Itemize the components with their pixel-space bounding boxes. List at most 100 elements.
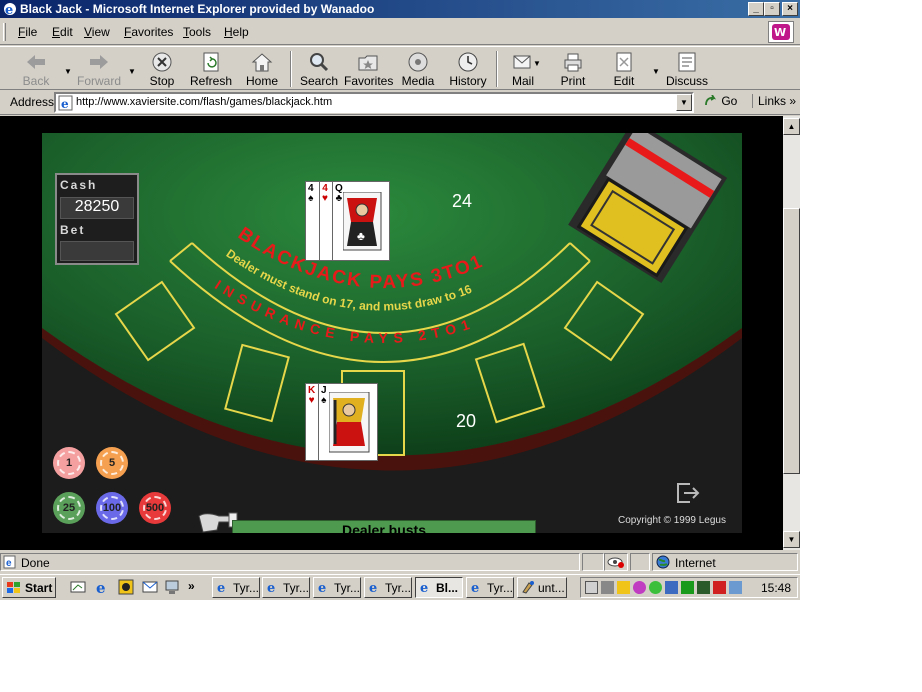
standard-toolbar: Back ▼ Forward ▼ Stop Refresh Home Searc…: [0, 46, 800, 90]
menu-edit[interactable]: Edit: [52, 25, 73, 39]
address-label: Address: [10, 95, 55, 109]
forward-dropdown-icon[interactable]: ▼: [128, 67, 136, 76]
back-button[interactable]: Back: [14, 49, 58, 89]
home-button[interactable]: Home: [242, 49, 282, 89]
svg-text:W: W: [774, 26, 786, 39]
svg-text:e: e: [5, 3, 13, 17]
edit-dropdown-icon[interactable]: ▼: [652, 67, 660, 76]
discuss-button[interactable]: Discuss: [666, 49, 708, 89]
ie-task-icon: e: [369, 581, 377, 594]
menu-help[interactable]: Help: [224, 25, 249, 39]
print-button[interactable]: Print: [556, 49, 590, 89]
back-dropdown-icon[interactable]: ▼: [64, 67, 72, 76]
mail-dropdown-icon[interactable]: ▼: [533, 59, 541, 68]
links-button[interactable]: Links »: [752, 94, 796, 108]
privacy-panel: [604, 553, 628, 571]
menu-view[interactable]: View: [84, 25, 110, 39]
tray-app-icon[interactable]: [681, 581, 694, 594]
ie-task-icon: e: [471, 581, 479, 594]
mail-button[interactable]: Mail: [506, 49, 540, 89]
forward-button[interactable]: Forward: [76, 49, 122, 89]
media-button[interactable]: Media: [398, 49, 438, 89]
toolbar-separator: [496, 51, 498, 87]
media-icon: [408, 52, 428, 72]
show-desktop-icon[interactable]: [70, 579, 86, 595]
maximize-button[interactable]: ▫: [764, 2, 780, 16]
go-arrow-icon: [705, 94, 717, 106]
tray-volume-icon[interactable]: [601, 581, 614, 594]
status-empty-panel: [582, 553, 604, 571]
quicklaunch-more-icon[interactable]: »: [188, 579, 195, 593]
scroll-up-icon[interactable]: ▲: [783, 118, 800, 135]
tray-antivirus-icon[interactable]: [713, 581, 726, 594]
vertical-scrollbar[interactable]: ▲ ▼: [783, 116, 800, 550]
ie-task-icon: e: [420, 581, 428, 594]
svg-text:e: e: [217, 581, 225, 594]
windows-flag-icon: [7, 582, 20, 593]
tray-app-icon[interactable]: [649, 581, 662, 594]
history-icon: [458, 52, 478, 72]
chip-500[interactable]: 500: [139, 492, 171, 524]
menu-tools[interactable]: Tools: [183, 25, 211, 39]
stop-button[interactable]: Stop: [144, 49, 180, 89]
search-button[interactable]: Search: [298, 49, 340, 89]
ie-quicklaunch-icon[interactable]: e: [94, 579, 110, 595]
card-corner: J ♠: [321, 385, 327, 406]
system-tray: 15:48: [580, 577, 798, 598]
chip-1[interactable]: 1: [53, 447, 85, 479]
chip-100[interactable]: 100: [96, 492, 128, 524]
menu-file[interactable]: File: [18, 25, 37, 39]
page-content: BLACKJACK PAYS 3TO1 Dealer must stand on…: [0, 116, 783, 550]
scroll-down-icon[interactable]: ▼: [783, 531, 800, 548]
refresh-button[interactable]: Refresh: [188, 49, 234, 89]
tray-app-icon[interactable]: [665, 581, 678, 594]
history-button[interactable]: History: [448, 49, 488, 89]
svg-text:e: e: [6, 558, 12, 569]
status-text-panel: e Done: [0, 553, 580, 571]
task-button-paint[interactable]: unt...: [517, 577, 567, 598]
task-button-blackjack[interactable]: e Bl...: [415, 577, 463, 598]
card-corner: Q ♣: [335, 183, 343, 204]
edit-button[interactable]: Edit: [608, 49, 640, 89]
tray-monitor-icon[interactable]: [617, 581, 630, 594]
card-corner: K ♥: [308, 385, 316, 406]
address-dropdown-icon[interactable]: ▼: [676, 94, 692, 111]
start-button[interactable]: Start: [2, 577, 56, 598]
search-icon: [310, 53, 329, 72]
close-button[interactable]: ×: [782, 2, 798, 16]
minimize-button[interactable]: _: [748, 2, 764, 16]
network-icon[interactable]: [164, 579, 180, 595]
player-card-2: J ♠: [318, 383, 378, 461]
task-button-6[interactable]: e Tyr...: [466, 577, 514, 598]
game-message: Dealer busts: [232, 520, 536, 533]
blackjack-game[interactable]: BLACKJACK PAYS 3TO1 Dealer must stand on…: [42, 133, 742, 533]
address-url: http://www.xaviersite.com/flash/games/bl…: [76, 96, 333, 108]
address-input[interactable]: e http://www.xaviersite.com/flash/games/…: [54, 92, 694, 113]
menu-favorites[interactable]: Favorites: [124, 25, 173, 39]
ie-page-icon: e: [58, 95, 73, 111]
favorites-button[interactable]: Favorites: [344, 49, 393, 89]
cash-value: 28250: [60, 197, 134, 219]
scroll-thumb[interactable]: [783, 208, 800, 474]
svg-text:e: e: [318, 581, 326, 594]
clock[interactable]: 15:48: [761, 581, 791, 595]
ie-logo-icon: e: [4, 3, 16, 17]
chip-25[interactable]: 25: [53, 492, 85, 524]
tray-network-icon[interactable]: [585, 581, 598, 594]
chip-5[interactable]: 5: [96, 447, 128, 479]
task-button-4[interactable]: e Tyr...: [364, 577, 412, 598]
outlook-icon[interactable]: [142, 579, 158, 595]
menu-grip: [3, 23, 6, 41]
task-button-2[interactable]: e Tyr...: [262, 577, 310, 598]
bet-value: [60, 241, 134, 261]
go-button[interactable]: Go: [704, 94, 737, 108]
media-player-icon[interactable]: [118, 579, 134, 595]
task-button-3[interactable]: e Tyr...: [313, 577, 361, 598]
tray-app-icon[interactable]: [697, 581, 710, 594]
task-button-1[interactable]: e Tyr...: [212, 577, 260, 598]
tray-app-icon[interactable]: [633, 581, 646, 594]
status-text: Done: [21, 556, 50, 570]
page-done-icon: e: [3, 555, 16, 569]
bet-label: Bet: [60, 223, 86, 237]
tray-app-icon[interactable]: [729, 581, 742, 594]
